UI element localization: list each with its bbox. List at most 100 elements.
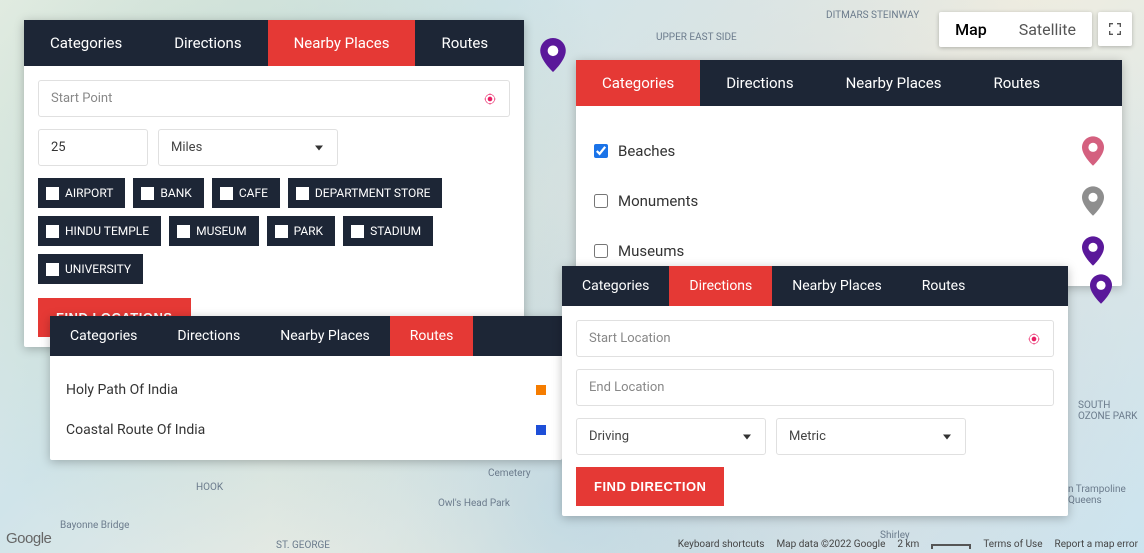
chip-label: MUSEUM [196,224,246,238]
category-chip[interactable]: AIRPORT [38,178,125,208]
map-pin-icon [1090,274,1112,304]
checkbox-icon [296,187,309,200]
tab-directions[interactable]: Directions [669,266,772,306]
tab-categories[interactable]: Categories [24,20,148,66]
route-color-swatch [536,425,546,435]
route-name: Coastal Route Of India [66,422,205,438]
map-footer: Keyboard shortcuts Map data ©2022 Google… [0,536,1144,553]
category-checkbox[interactable] [594,244,608,258]
tabs-directions: Categories Directions Nearby Places Rout… [562,266,1068,306]
fullscreen-icon [1107,21,1123,37]
travel-mode-label: Driving [589,429,629,444]
start-point-placeholder: Start Point [51,91,112,106]
terms-link[interactable]: Terms of Use [983,539,1042,550]
checkbox-icon [220,187,233,200]
category-chip[interactable]: CAFE [212,178,280,208]
tab-routes[interactable]: Routes [967,60,1066,106]
distance-unit-select[interactable]: Metric [776,418,966,455]
category-chip[interactable]: MUSEUM [169,216,258,246]
category-label: Beaches [618,142,675,160]
panel-routes: Categories Directions Nearby Places Rout… [50,316,562,460]
fullscreen-button[interactable] [1098,12,1132,46]
map-type-satellite[interactable]: Satellite [1003,12,1092,47]
category-item[interactable]: Monuments [590,176,1108,226]
panel-directions: Categories Directions Nearby Places Rout… [562,266,1068,516]
chip-label: BANK [160,186,191,200]
checkbox-icon [141,187,154,200]
chip-label: PARK [294,224,324,238]
tab-nearby-places[interactable]: Nearby Places [268,20,416,66]
tab-routes[interactable]: Routes [415,20,514,66]
checkbox-icon [46,225,59,238]
chip-label: HINDU TEMPLE [65,224,149,238]
tab-directions[interactable]: Directions [700,60,819,106]
tab-categories[interactable]: Categories [576,60,700,106]
map-pin-icon [1082,186,1104,216]
tabs-nearby: Categories Directions Nearby Places Rout… [24,20,524,66]
map-data-text: Map data ©2022 Google [776,539,885,550]
chevron-down-icon [743,434,751,439]
panel-nearby-places: Categories Directions Nearby Places Rout… [24,20,524,347]
category-chip[interactable]: STADIUM [343,216,433,246]
find-direction-button[interactable]: FIND DIRECTION [576,467,724,506]
map-type-toggle: Map Satellite [939,12,1092,47]
radius-input[interactable]: 25 [38,129,148,166]
end-location-input[interactable]: End Location [576,369,1054,406]
unit-select[interactable]: Miles [158,129,338,166]
category-chip[interactable]: PARK [267,216,336,246]
category-chip[interactable]: BANK [133,178,203,208]
category-item[interactable]: Beaches [590,126,1108,176]
chip-label: UNIVERSITY [65,262,131,276]
tab-routes[interactable]: Routes [390,316,474,356]
chip-label: DEPARTMENT STORE [315,186,431,200]
tab-nearby-places[interactable]: Nearby Places [820,60,968,106]
radius-value: 25 [51,140,66,155]
tab-directions[interactable]: Directions [148,20,267,66]
map-type-map[interactable]: Map [939,12,1003,47]
checkbox-icon [275,225,288,238]
gps-target-icon[interactable] [483,92,497,106]
map-marker-icon [540,38,566,72]
tab-categories[interactable]: Categories [50,316,157,356]
chip-label: STADIUM [370,224,421,238]
chevron-down-icon [943,434,951,439]
panel-categories: Categories Directions Nearby Places Rout… [576,60,1122,286]
category-checkbox[interactable] [594,194,608,208]
category-chip[interactable]: HINDU TEMPLE [38,216,161,246]
travel-mode-select[interactable]: Driving [576,418,766,455]
tab-categories[interactable]: Categories [562,266,669,306]
category-chip[interactable]: UNIVERSITY [38,254,143,284]
map-pin-icon [1082,136,1104,166]
tab-nearby-places[interactable]: Nearby Places [260,316,389,356]
tab-directions[interactable]: Directions [157,316,260,356]
route-item[interactable]: Coastal Route Of India [64,410,548,450]
chip-label: AIRPORT [65,186,113,200]
checkbox-icon [46,187,59,200]
categories-list: BeachesMonumentsMuseums [576,106,1122,286]
report-error-link[interactable]: Report a map error [1055,539,1138,550]
tabs-categories: Categories Directions Nearby Places Rout… [576,60,1122,106]
chip-label: CAFE [239,186,268,200]
distance-unit-label: Metric [789,429,826,444]
start-location-input[interactable]: Start Location [576,320,1054,357]
tabs-routes: Categories Directions Nearby Places Rout… [50,316,562,356]
routes-list: Holy Path Of India Coastal Route Of India [50,356,562,460]
checkbox-icon [351,225,364,238]
scale-bar [931,544,971,546]
route-color-swatch [536,385,546,395]
category-checkbox[interactable] [594,144,608,158]
category-label: Monuments [618,192,698,210]
keyboard-shortcuts-link[interactable]: Keyboard shortcuts [678,539,765,550]
checkbox-icon [46,263,59,276]
start-location-placeholder: Start Location [589,331,671,346]
tab-nearby-places[interactable]: Nearby Places [772,266,901,306]
scale-text: 2 km [897,539,919,550]
gps-target-icon[interactable] [1027,332,1041,346]
map-pin-icon [1082,236,1104,266]
category-chip-list: AIRPORT BANK CAFE DEPARTMENT STORE HINDU TEM… [38,178,510,284]
start-point-input[interactable]: Start Point [38,80,510,117]
route-item[interactable]: Holy Path Of India [64,370,548,410]
end-location-placeholder: End Location [589,380,664,395]
tab-routes[interactable]: Routes [902,266,986,306]
category-chip[interactable]: DEPARTMENT STORE [288,178,443,208]
